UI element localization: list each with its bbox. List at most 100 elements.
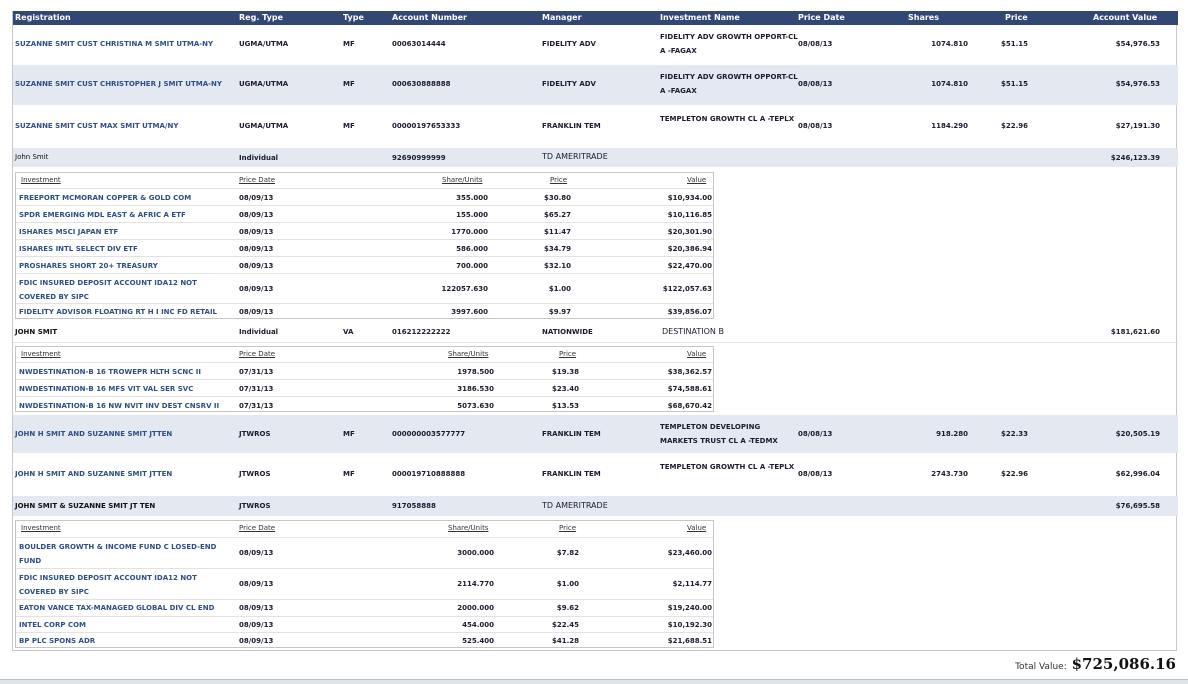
registration[interactable]: JOHN SMIT & SUZANNE SMIT JT TEN xyxy=(15,502,155,510)
holding-name[interactable]: FIDELITY ADVISOR FLOATING RT H I INC FD … xyxy=(19,308,217,316)
holding-price: $65.27 xyxy=(543,211,571,219)
investment-name: TEMPLETON GROWTH CL A -TEPLX xyxy=(660,115,795,123)
col-price-date: Price Date xyxy=(798,13,845,22)
holding-name[interactable]: ISHARES MSCI JAPAN ETF xyxy=(19,228,118,236)
registration[interactable]: JOHN SMIT xyxy=(15,328,57,336)
holding-row: FDIC INSURED DEPOSIT ACCOUNT IDA12 NOT C… xyxy=(16,273,713,303)
holding-row: FREEPORT MCMORAN COPPER & GOLD COM 08/09… xyxy=(16,188,713,205)
col-price-date: Price Date xyxy=(239,350,276,358)
col-price-date: Price Date xyxy=(239,176,276,184)
holdings-header: Investment Price Date Share/Units Price … xyxy=(16,347,713,361)
page-bottom-border xyxy=(0,679,1188,684)
holding-name[interactable]: INTEL CORP COM xyxy=(19,621,86,629)
registration[interactable]: JOHN H SMIT AND SUZANNE SMIT JTTEN xyxy=(15,430,172,438)
registration[interactable]: SUZANNE SMIT CUST CHRISTOPHER J SMIT UTM… xyxy=(15,80,222,88)
holding-price: $9.97 xyxy=(548,308,571,316)
holding-date: 08/09/13 xyxy=(239,262,274,270)
holding-value: $20,301.90 xyxy=(667,228,712,236)
total-label: Total Value: xyxy=(1015,662,1067,672)
shares: 1074.810 xyxy=(931,40,968,48)
holding-date: 08/09/13 xyxy=(239,211,274,219)
reg-type: UGMA/UTMA xyxy=(239,122,289,130)
holding-price: $9.62 xyxy=(556,604,579,612)
col-investment-name: Investment Name xyxy=(660,13,740,22)
holding-shares: 3000.000 xyxy=(457,549,494,557)
holding-row: ISHARES MSCI JAPAN ETF 08/09/13 1770.000… xyxy=(16,222,713,239)
registration[interactable]: John Smit xyxy=(15,153,48,161)
holding-date: 08/09/13 xyxy=(239,194,274,202)
holding-name[interactable]: ISHARES INTL SELECT DIV ETF xyxy=(19,245,138,253)
type: MF xyxy=(343,470,355,478)
holding-name[interactable]: BOULDER GROWTH & INCOME FUND C LOSED-END… xyxy=(19,540,224,568)
col-account-value: Account Value xyxy=(1093,13,1158,22)
holding-name[interactable]: FDIC INSURED DEPOSIT ACCOUNT IDA12 NOT C… xyxy=(19,276,219,304)
holdings-header: Investment Price Date Share/Units Price … xyxy=(16,173,713,187)
holding-shares: 122057.630 xyxy=(441,285,489,293)
col-reg-type: Reg. Type xyxy=(239,13,284,22)
holding-price: $1.00 xyxy=(556,580,579,588)
shares: 1074.810 xyxy=(931,80,968,88)
col-account-number: Account Number xyxy=(392,13,467,22)
manager: TD AMERITRADE xyxy=(542,152,608,161)
col-investment: Investment xyxy=(21,176,61,184)
holding-date: 08/09/13 xyxy=(239,604,274,612)
col-price: Price xyxy=(559,524,577,532)
holding-name[interactable]: NWDESTINATION-B 16 TROWEPR HLTH SCNC II xyxy=(19,368,201,376)
reg-type: JTWROS xyxy=(239,470,271,478)
registration[interactable]: SUZANNE SMIT CUST MAX SMIT UTMA/NY xyxy=(15,122,178,130)
holding-date: 08/09/13 xyxy=(239,549,274,557)
account-number: 000630888888 xyxy=(392,80,451,88)
holding-name[interactable]: NWDESTINATION-B 16 MFS VIT VAL SER SVC xyxy=(19,385,193,393)
registration[interactable]: JOHN H SMIT AND SUZANNE SMIT JTTEN xyxy=(15,470,172,478)
holding-price: $23.40 xyxy=(551,385,579,393)
holding-shares: 2114.770 xyxy=(457,580,494,588)
holding-row: EATON VANCE TAX-MANAGED GLOBAL DIV CL EN… xyxy=(16,599,713,616)
reg-type: UGMA/UTMA xyxy=(239,40,289,48)
manager: NATIONWIDE xyxy=(542,328,593,336)
price: $51.15 xyxy=(1000,80,1028,88)
col-value: Value xyxy=(687,524,707,532)
holding-value: $20,386.94 xyxy=(667,245,712,253)
holding-name[interactable]: PROSHARES SHORT 20+ TREASURY xyxy=(19,262,158,270)
account-value: $181,621.60 xyxy=(1110,328,1160,336)
price: $22.33 xyxy=(1000,430,1028,438)
total-amount: $725,086.16 xyxy=(1071,655,1176,673)
account-value: $20,505.19 xyxy=(1115,430,1160,438)
account-value: $54,976.53 xyxy=(1115,80,1160,88)
account-row: JOHN SMIT Individual VA 016212222222 NAT… xyxy=(13,322,1178,343)
shares: 918.280 xyxy=(936,430,968,438)
col-manager: Manager xyxy=(542,13,582,22)
holding-row: NWDESTINATION-B 16 NW NVIT INV DEST CNSR… xyxy=(16,396,713,412)
col-price: Price xyxy=(1005,13,1028,22)
registration[interactable]: SUZANNE SMIT CUST CHRISTINA M SMIT UTMA-… xyxy=(15,40,213,48)
holding-shares: 1978.500 xyxy=(457,368,494,376)
holding-name[interactable]: FDIC INSURED DEPOSIT ACCOUNT IDA12 NOT C… xyxy=(19,571,219,599)
account-row: JOHN SMIT & SUZANNE SMIT JT TEN JTWROS 9… xyxy=(13,496,1178,516)
price-date: 08/08/13 xyxy=(798,430,833,438)
shares: 2743.730 xyxy=(931,470,968,478)
account-row: John Smit Individual 92690999999 TD AMER… xyxy=(13,148,1178,167)
account-row: SUZANNE SMIT CUST MAX SMIT UTMA/NY UGMA/… xyxy=(13,107,1178,145)
account-value: $27,191.30 xyxy=(1115,122,1160,130)
col-price-date: Price Date xyxy=(239,524,276,532)
holding-name[interactable]: SPDR EMERGING MDL EAST & AFRIC A ETF xyxy=(19,211,186,219)
holding-name[interactable]: BP PLC SPONS ADR xyxy=(19,637,95,645)
holdings-header: Investment Price Date Share/Units Price … xyxy=(16,521,713,535)
holding-price: $7.82 xyxy=(556,549,579,557)
total-value: Total Value: $725,086.16 xyxy=(1015,655,1176,673)
holdings-table: Investment Price Date Share/Units Price … xyxy=(15,346,714,412)
investment-name: TEMPLETON GROWTH CL A -TEPLX xyxy=(660,463,795,471)
holding-value: $39,856.07 xyxy=(667,308,712,316)
holding-value: $2,114.77 xyxy=(672,580,712,588)
price-date: 08/08/13 xyxy=(798,470,833,478)
holding-name[interactable]: EATON VANCE TAX-MANAGED GLOBAL DIV CL EN… xyxy=(19,604,214,612)
holding-price: $19.38 xyxy=(551,368,579,376)
holding-value: $74,588.61 xyxy=(667,385,712,393)
type: MF xyxy=(343,40,355,48)
holding-shares: 355.000 xyxy=(456,194,488,202)
account-number: 000019710888888 xyxy=(392,470,466,478)
holding-name[interactable]: NWDESTINATION-B 16 NW NVIT INV DEST CNSR… xyxy=(19,402,219,410)
reg-type: Individual xyxy=(239,154,279,162)
col-investment: Investment xyxy=(21,524,61,532)
holding-name[interactable]: FREEPORT MCMORAN COPPER & GOLD COM xyxy=(19,194,191,202)
